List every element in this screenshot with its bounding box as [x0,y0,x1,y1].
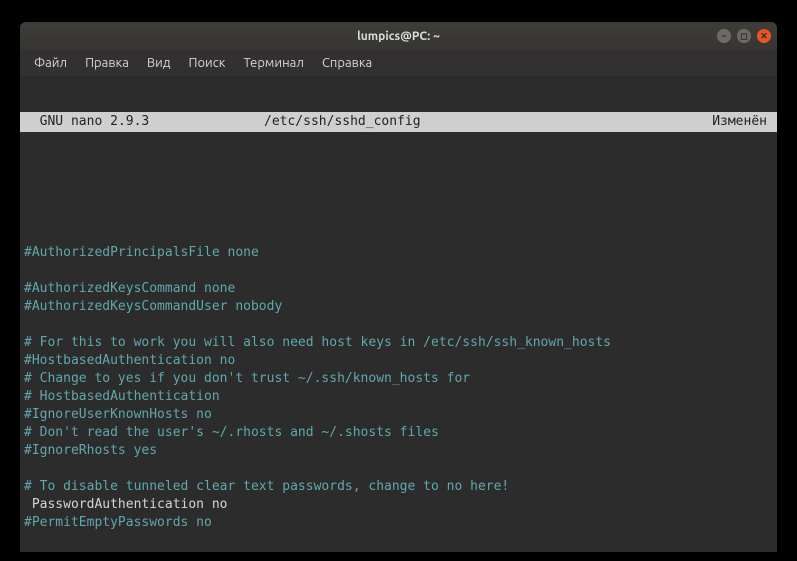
editor-line: # To disable tunneled clear text passwor… [24,479,509,494]
editor-content: #AuthorizedPrincipalsFile none #Authoriz… [20,186,777,552]
editor-line: # Change to yes if you don't trust ~/.ss… [24,371,470,386]
editor-line [24,227,32,242]
editor-line: #AuthorizedKeysCommand none [24,281,235,296]
editor-line: #IgnoreRhosts yes [24,443,157,458]
minimize-button[interactable]: – [717,29,731,43]
editor-line [24,461,32,476]
menu-edit[interactable]: Правка [77,53,137,73]
close-button[interactable]: ✕ [757,29,771,43]
editor-line: # For this to work you will also need ho… [24,335,611,350]
nano-version: GNU nano 2.9.3 [24,113,264,131]
menu-bar: Файл Правка Вид Поиск Терминал Справка [20,50,777,76]
menu-file[interactable]: Файл [26,53,75,73]
menu-view[interactable]: Вид [139,53,179,73]
nano-header: GNU nano 2.9.3 /etc/ssh/sshd_config Изме… [20,112,777,132]
editor-line: #HostbasedAuthentication no [24,353,235,368]
terminal-window: lumpics@PC: ~ – ◻ ✕ Файл Правка Вид Поис… [20,22,777,552]
menu-terminal[interactable]: Терминал [235,53,311,73]
editor-line [24,209,32,224]
maximize-button[interactable]: ◻ [737,29,751,43]
editor-line [24,263,32,278]
editor-line [24,533,32,548]
editor-line: #PermitEmptyPasswords no [24,515,212,530]
nano-filepath: /etc/ssh/sshd_config [264,113,673,131]
editor-line: PasswordAuthentication no [24,497,228,512]
window-titlebar[interactable]: lumpics@PC: ~ – ◻ ✕ [20,22,777,50]
editor-line: # Don't read the user's ~/.rhosts and ~/… [24,425,439,440]
editor-line: # Change to yes to enable challenge-resp… [24,551,603,552]
editor-line: # HostbasedAuthentication [24,389,220,404]
nano-status: Изменён [673,113,773,131]
editor-line: #IgnoreUserKnownHosts no [24,407,212,422]
window-title: lumpics@PC: ~ [357,30,440,43]
editor-line: #AuthorizedKeysCommandUser nobody [24,299,282,314]
menu-help[interactable]: Справка [314,53,380,73]
window-controls: – ◻ ✕ [717,29,771,43]
editor-line [24,317,32,332]
terminal-area[interactable]: GNU nano 2.9.3 /etc/ssh/sshd_config Изме… [20,76,777,552]
menu-search[interactable]: Поиск [180,53,233,73]
editor-line: #AuthorizedPrincipalsFile none [24,245,259,260]
